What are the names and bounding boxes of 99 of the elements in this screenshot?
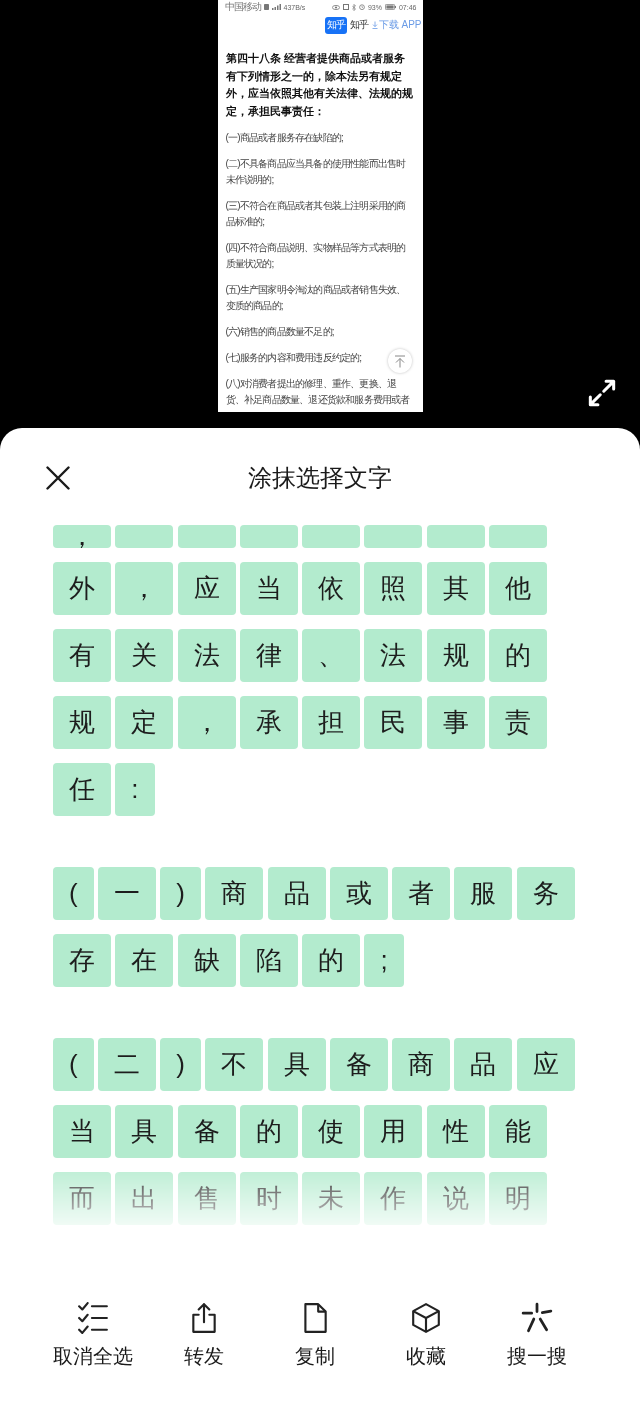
- character-tile[interactable]: ): [160, 867, 201, 920]
- character-tile[interactable]: 能: [489, 1105, 548, 1158]
- burst-icon: [520, 1302, 553, 1334]
- alarm-icon: [358, 4, 365, 10]
- toolbar-button[interactable]: 转发: [183, 1302, 224, 1367]
- article-paragraph: (七)服务的内容和费用违反约定的;: [225, 351, 362, 365]
- character-tile[interactable]: (: [53, 1038, 94, 1091]
- character-tile[interactable]: 的: [302, 934, 361, 987]
- arrow-up-icon: [393, 354, 406, 368]
- character-tile[interactable]: 定: [115, 696, 174, 749]
- character-tile[interactable]: 承: [239, 696, 298, 749]
- character-tile[interactable]: (: [53, 867, 94, 920]
- character-tile[interactable]: 陷: [239, 934, 298, 987]
- character-tile[interactable]: 事: [426, 696, 485, 749]
- character-tile[interactable]: 应: [177, 562, 236, 615]
- article-paragraph: (三)不符合在商品或者其包装上注明采用的商品标准的;: [225, 199, 407, 229]
- toolbar-button[interactable]: 取消全选: [52, 1302, 133, 1367]
- toolbar-button[interactable]: 收藏: [405, 1302, 446, 1367]
- character-tile[interactable]: [364, 525, 423, 548]
- character-tile[interactable]: 使: [302, 1105, 361, 1158]
- character-tile[interactable]: 依: [302, 562, 361, 615]
- character-tile[interactable]: ，: [53, 525, 111, 548]
- character-tile[interactable]: 规: [53, 696, 111, 749]
- character-tile[interactable]: 的: [489, 629, 548, 682]
- character-tile[interactable]: 备: [329, 1038, 388, 1091]
- close-icon: [46, 466, 70, 490]
- character-tile[interactable]: 有: [53, 629, 111, 682]
- expand-icon[interactable]: [588, 379, 616, 407]
- close-button[interactable]: [44, 464, 72, 492]
- character-tile[interactable]: 任: [53, 763, 111, 816]
- character-tile[interactable]: :: [115, 763, 155, 816]
- character-tile[interactable]: [177, 525, 236, 548]
- character-tile[interactable]: 商: [205, 867, 264, 920]
- article-heading: 第四十八条 经营者提供商品或者服务有下列情形之一的，除本法另有规定外，应当依照其他有关法律、法规的规定，承担民事责任：: [225, 51, 414, 119]
- character-tile[interactable]: 存: [53, 934, 111, 987]
- toolbar-button[interactable]: 搜一搜: [506, 1302, 567, 1367]
- character-tile[interactable]: 务: [516, 867, 575, 920]
- character-tile[interactable]: 律: [239, 629, 298, 682]
- character-tile[interactable]: 者: [392, 867, 451, 920]
- character-tile[interactable]: 外: [53, 562, 111, 615]
- character-tile[interactable]: 法: [364, 629, 423, 682]
- article-paragraph: (八)对消费者提出的修理、重作、更换、退货、补足商品数量、退还货款和服务费用或者: [225, 377, 411, 407]
- character-tile[interactable]: 服: [454, 867, 513, 920]
- character-tile[interactable]: 备: [177, 1105, 236, 1158]
- character-tile[interactable]: 应: [516, 1038, 575, 1091]
- character-tile[interactable]: [489, 525, 548, 548]
- article-paragraph: (六)销售的商品数量不足的;: [225, 325, 334, 339]
- character-tile[interactable]: 的: [239, 1105, 298, 1158]
- character-tile[interactable]: 法: [177, 629, 236, 682]
- character-tile[interactable]: 缺: [177, 934, 236, 987]
- character-tile[interactable]: 二: [97, 1038, 156, 1091]
- article-paragraph: (四)不符合商品说明、实物样品等方式表明的质量状况的;: [225, 241, 407, 271]
- character-tile[interactable]: 民: [364, 696, 423, 749]
- eye-icon: [331, 4, 340, 10]
- signal-icon: [271, 4, 281, 10]
- toolbar-button[interactable]: 复制: [294, 1302, 335, 1367]
- download-icon: [371, 21, 378, 29]
- character-tile[interactable]: 性: [426, 1105, 485, 1158]
- cube-icon: [409, 1302, 442, 1334]
- character-tile[interactable]: 在: [115, 934, 174, 987]
- character-tile[interactable]: 担: [302, 696, 361, 749]
- character-tile[interactable]: 一: [97, 867, 156, 920]
- article-paragraph: (五)生产国家明令淘汰的商品或者销售失效、变质的商品的;: [225, 283, 407, 313]
- character-tile[interactable]: 当: [53, 1105, 111, 1158]
- app-logo: 知乎: [324, 16, 347, 34]
- scroll-to-top-button[interactable]: [387, 349, 412, 373]
- character-tile[interactable]: 责: [489, 696, 548, 749]
- character-tile[interactable]: 或: [329, 867, 388, 920]
- character-tile[interactable]: 商: [392, 1038, 451, 1091]
- article-paragraph: (二)不具备商品应当具备的使用性能而出售时未作说明的;: [225, 157, 407, 187]
- character-tile[interactable]: 规: [426, 629, 485, 682]
- battery-icon: [384, 4, 396, 10]
- character-tile[interactable]: 不: [205, 1038, 264, 1091]
- character-tile[interactable]: [239, 525, 298, 548]
- character-tile[interactable]: 他: [489, 562, 548, 615]
- sheet-title: 涂抹选择文字: [248, 464, 392, 493]
- character-tile[interactable]: 关: [115, 629, 174, 682]
- character-tile[interactable]: [115, 525, 174, 548]
- character-tile[interactable]: 具: [115, 1105, 174, 1158]
- character-tile[interactable]: ;: [364, 934, 404, 987]
- character-tile[interactable]: 具: [267, 1038, 326, 1091]
- article-paragraph: (一)商品或者服务存在缺陷的;: [225, 131, 343, 145]
- bluetooth-icon: [351, 3, 356, 11]
- character-tile[interactable]: [302, 525, 361, 548]
- character-tile[interactable]: 当: [239, 562, 298, 615]
- character-tile[interactable]: 品: [267, 867, 326, 920]
- character-tile[interactable]: 其: [426, 562, 485, 615]
- carrier-name: 中国移动: [224, 0, 261, 14]
- character-tile[interactable]: ，: [115, 562, 174, 615]
- app-name: 知乎: [349, 18, 369, 32]
- character-tile[interactable]: 用: [364, 1105, 423, 1158]
- character-tile[interactable]: 、: [302, 629, 361, 682]
- character-tile[interactable]: 品: [454, 1038, 513, 1091]
- sim-icon: [263, 4, 269, 10]
- checklist-icon: [76, 1302, 109, 1334]
- character-tile[interactable]: ，: [177, 696, 236, 749]
- character-tile[interactable]: [426, 525, 485, 548]
- character-tile[interactable]: 照: [364, 562, 423, 615]
- character-tile[interactable]: ): [160, 1038, 201, 1091]
